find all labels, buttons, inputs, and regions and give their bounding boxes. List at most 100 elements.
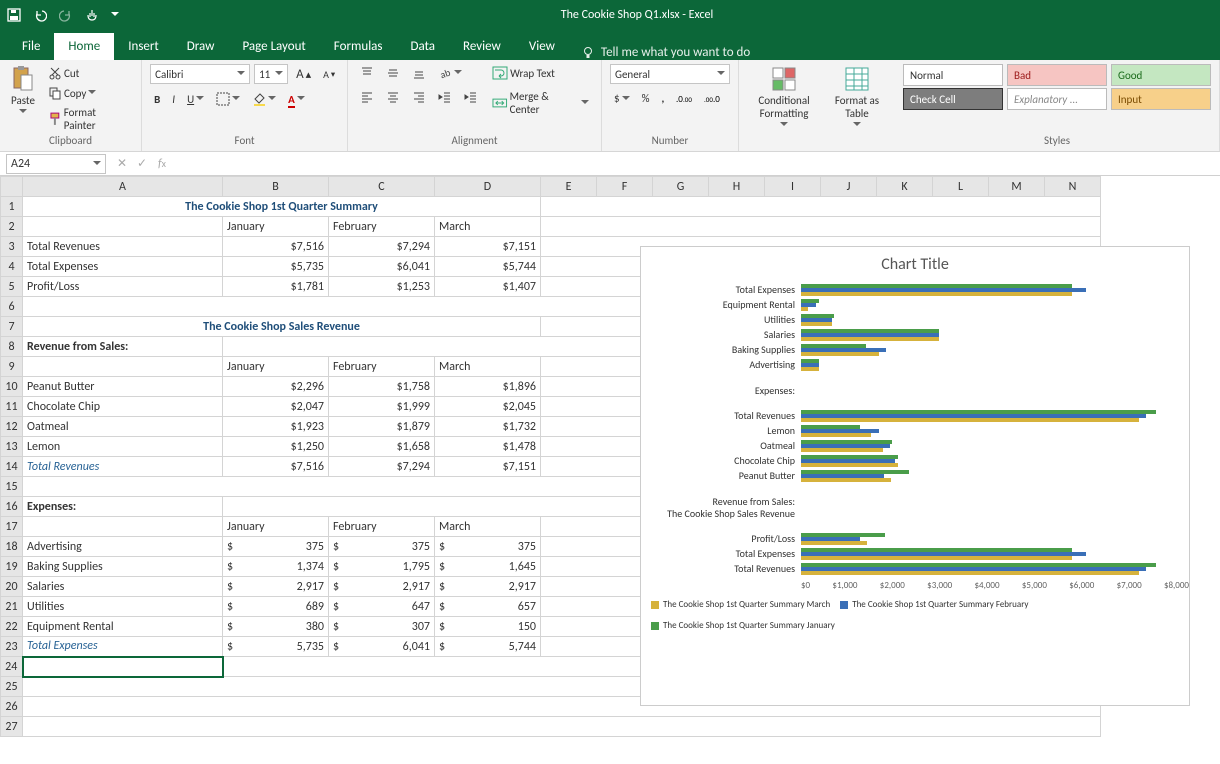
conditional-formatting-button[interactable]: Conditional Formatting [747, 64, 821, 130]
bold-button[interactable]: B [150, 91, 164, 108]
tab-draw[interactable]: Draw [173, 33, 229, 60]
undo-icon[interactable] [32, 7, 48, 23]
ribbon-tabs: File Home Insert Draw Page Layout Formul… [0, 30, 1220, 60]
chart-x-axis: $0$1,000$2,000$3,000$4,000$5,000$6,000$7… [801, 576, 1189, 593]
orientation-button[interactable]: ab [434, 64, 466, 82]
fill-color-button[interactable] [248, 90, 280, 108]
cell-title1[interactable]: The Cookie Shop 1st Quarter Summary [23, 197, 541, 217]
col-A[interactable]: A [23, 177, 223, 197]
increase-decimal-button[interactable]: .0.00 [672, 91, 696, 107]
underline-button[interactable]: U [183, 91, 208, 108]
align-center-button[interactable] [382, 88, 404, 106]
inc-dec-icon: .0.00 [676, 93, 692, 105]
save-icon[interactable] [6, 7, 22, 23]
svg-text:.0: .0 [713, 94, 720, 105]
tab-home[interactable]: Home [54, 33, 114, 60]
shrink-font-button[interactable]: A▾ [319, 66, 339, 83]
increase-indent-button[interactable] [460, 88, 482, 106]
col-I[interactable]: I [765, 177, 821, 197]
style-input[interactable]: Input [1111, 88, 1211, 110]
col-C[interactable]: C [329, 177, 435, 197]
cell-title2[interactable]: The Cookie Shop Sales Revenue [23, 317, 541, 337]
col-N[interactable]: N [1045, 177, 1101, 197]
border-icon [216, 92, 230, 106]
style-explanatory[interactable]: Explanatory ... [1007, 88, 1107, 110]
formula-bar[interactable] [172, 154, 1220, 174]
quick-access-toolbar [6, 7, 120, 23]
tab-data[interactable]: Data [397, 33, 450, 60]
cut-button[interactable]: Cut [44, 64, 133, 82]
chart-bar-row: The Cookie Shop Sales Revenue [641, 507, 1179, 519]
decrease-decimal-button[interactable]: .00.0 [700, 91, 724, 107]
merge-center-button[interactable]: Merge & Center [488, 88, 593, 118]
fx-button[interactable]: fx [152, 157, 172, 171]
redo-icon[interactable] [58, 7, 74, 23]
ribbon: Paste Cut Copy Format Painter Clipboard … [0, 60, 1220, 152]
col-E[interactable]: E [541, 177, 597, 197]
col-L[interactable]: L [933, 177, 989, 197]
align-left-button[interactable] [356, 88, 378, 106]
wrap-text-button[interactable]: Wrap Text [488, 64, 593, 82]
italic-button[interactable]: I [168, 91, 179, 108]
align-top-button[interactable] [356, 64, 378, 82]
select-all-corner[interactable] [1, 177, 23, 197]
style-check-cell[interactable]: Check Cell [903, 88, 1003, 110]
percent-format-button[interactable]: % [638, 90, 654, 107]
format-painter-button[interactable]: Format Painter [44, 104, 133, 134]
font-size-select[interactable]: 11 [254, 64, 288, 84]
style-normal[interactable]: Normal [903, 64, 1003, 86]
col-F[interactable]: F [597, 177, 653, 197]
chart-bar-row: Total Revenues [641, 561, 1179, 576]
font-color-button[interactable]: A [284, 91, 309, 108]
format-as-table-button[interactable]: Format as Table [827, 64, 887, 130]
enter-formula-button[interactable]: ✓ [132, 156, 152, 171]
cancel-formula-button[interactable]: ✕ [112, 156, 132, 171]
group-clipboard: Paste Cut Copy Format Painter Clipboard [0, 60, 142, 151]
col-J[interactable]: J [821, 177, 877, 197]
copy-icon [48, 86, 62, 100]
grow-font-button[interactable]: A▴ [292, 65, 315, 84]
tab-file[interactable]: File [8, 33, 54, 60]
chart[interactable]: Chart Title Total ExpensesEquipment Rent… [640, 246, 1190, 706]
format-table-icon [844, 66, 870, 92]
style-bad[interactable]: Bad [1007, 64, 1107, 86]
col-D[interactable]: D [435, 177, 541, 197]
col-B[interactable]: B [223, 177, 329, 197]
outdent-icon [438, 90, 452, 104]
tab-view[interactable]: View [515, 33, 569, 60]
align-bottom-button[interactable] [408, 64, 430, 82]
paste-button[interactable]: Paste [8, 64, 38, 117]
formula-bar-row: A24 ✕ ✓ fx [0, 152, 1220, 176]
row-1[interactable]: 1 [1, 197, 23, 217]
col-M[interactable]: M [989, 177, 1045, 197]
comma-format-button[interactable]: , [657, 90, 668, 107]
align-right-button[interactable] [408, 88, 430, 106]
chart-bar-row: Revenue from Sales: [641, 495, 1179, 507]
col-H[interactable]: H [709, 177, 765, 197]
qat-customize-icon[interactable] [110, 7, 120, 23]
number-format-select[interactable]: General [610, 64, 730, 84]
decrease-indent-button[interactable] [434, 88, 456, 106]
cell-A24[interactable] [23, 657, 223, 677]
tab-page-layout[interactable]: Page Layout [228, 33, 319, 60]
chart-bar-row: Total Expenses [641, 282, 1179, 297]
copy-button[interactable]: Copy [44, 84, 133, 102]
col-K[interactable]: K [877, 177, 933, 197]
font-name-select[interactable]: Calibri [150, 64, 250, 84]
style-good[interactable]: Good [1111, 64, 1211, 86]
tab-review[interactable]: Review [449, 33, 515, 60]
tell-me[interactable]: Tell me what you want to do [581, 45, 750, 60]
touch-mode-icon[interactable] [84, 7, 100, 23]
paste-icon [10, 66, 36, 92]
chart-bar-row: Equipment Rental [641, 297, 1179, 312]
align-middle-button[interactable] [382, 64, 404, 82]
svg-text:ab: ab [438, 66, 452, 80]
accounting-format-button[interactable]: $ [610, 90, 634, 107]
tab-formulas[interactable]: Formulas [320, 33, 397, 60]
borders-button[interactable] [212, 90, 244, 108]
col-G[interactable]: G [653, 177, 709, 197]
chart-plot-area: Total ExpensesEquipment RentalUtilitiesS… [641, 282, 1189, 576]
tab-insert[interactable]: Insert [114, 33, 173, 60]
name-box[interactable]: A24 [6, 154, 106, 174]
align-bottom-icon [412, 66, 426, 80]
